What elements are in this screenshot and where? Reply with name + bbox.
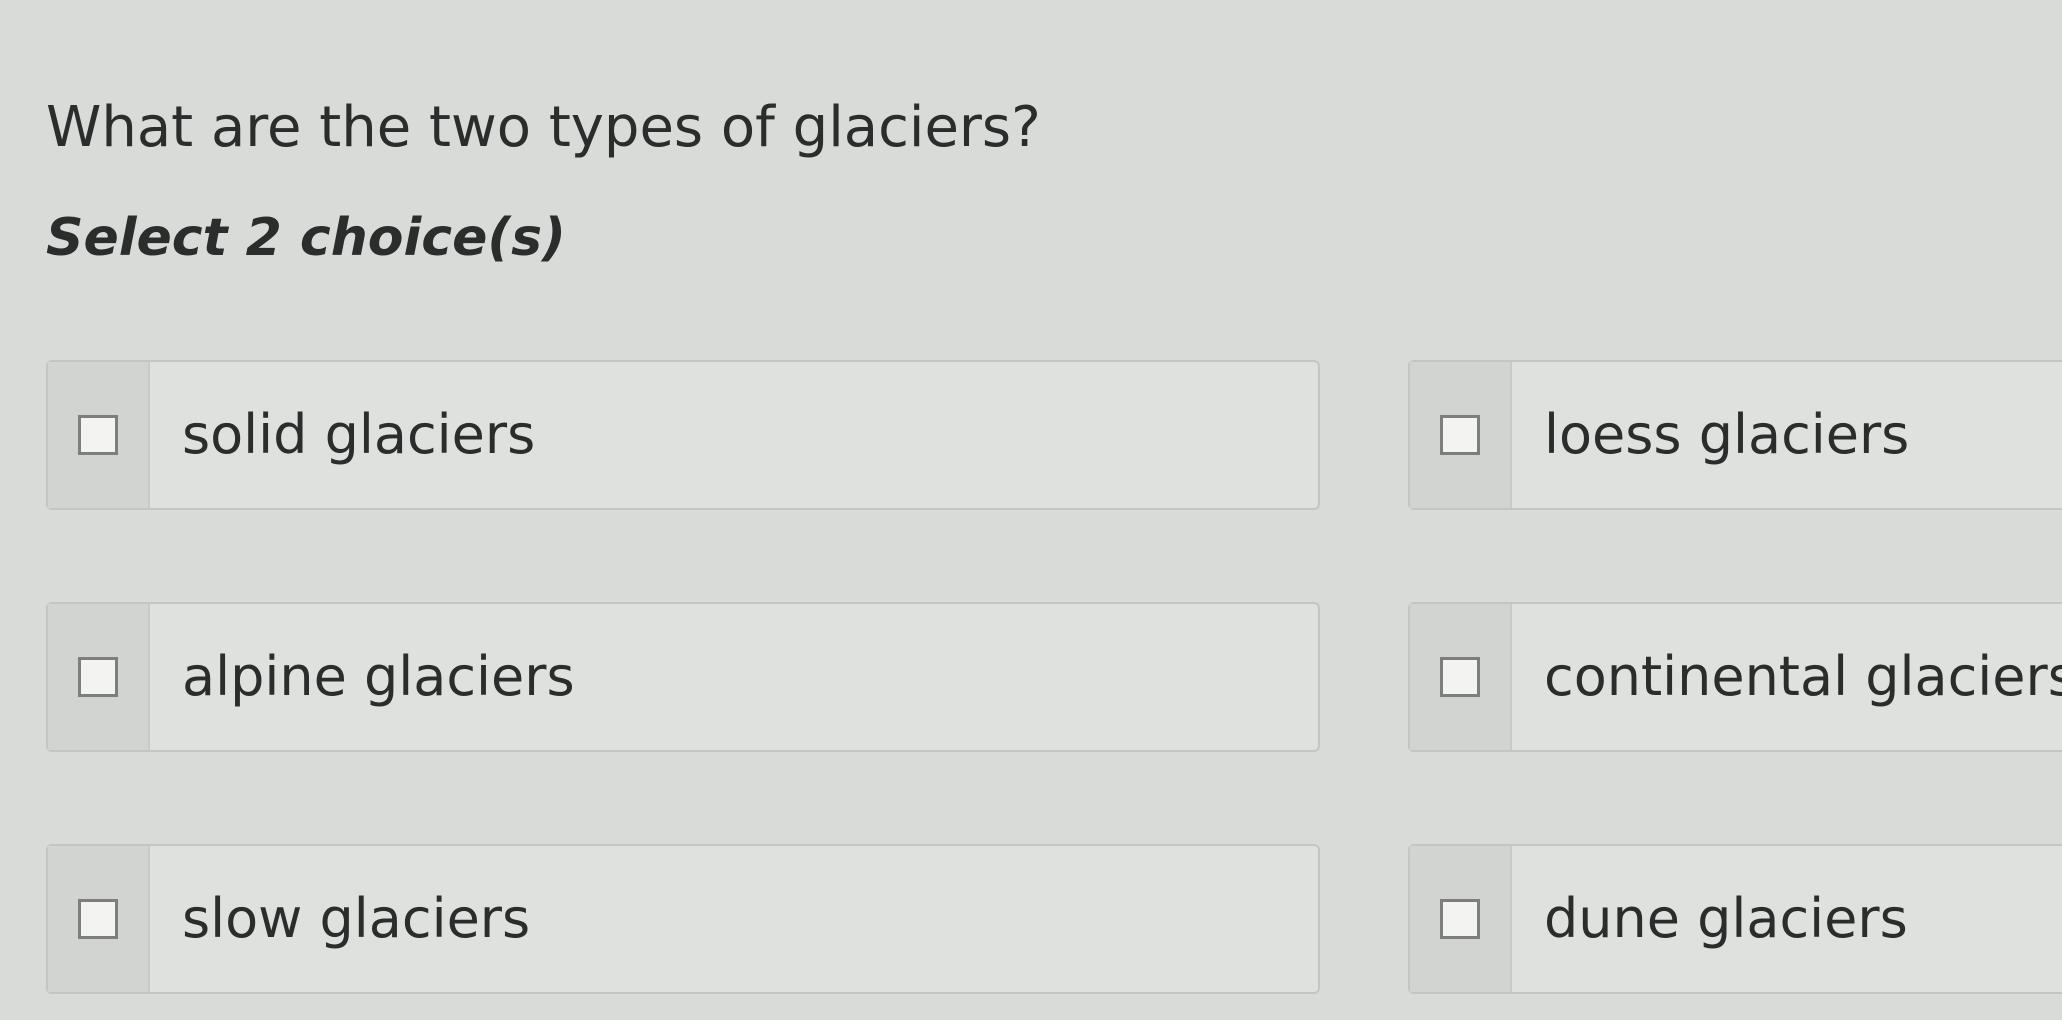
checkbox-cell[interactable] bbox=[1410, 362, 1512, 508]
checkbox-cell[interactable] bbox=[1410, 604, 1512, 750]
choice-label: continental glaciers bbox=[1544, 645, 2062, 708]
choice-label: alpine glaciers bbox=[182, 645, 575, 708]
choice-label: loess glaciers bbox=[1544, 403, 1910, 466]
choice-checkbox[interactable] bbox=[1440, 657, 1480, 697]
choice-list: solid glaciers loess glaciers alpine gla… bbox=[46, 360, 2062, 1000]
choice-checkbox[interactable] bbox=[78, 657, 118, 697]
selection-instruction: Select 2 choice(s) bbox=[46, 208, 566, 268]
choice-option[interactable]: continental glaciers bbox=[1408, 602, 2062, 752]
choice-checkbox[interactable] bbox=[78, 899, 118, 939]
choice-checkbox[interactable] bbox=[1440, 899, 1480, 939]
checkbox-cell[interactable] bbox=[48, 604, 150, 750]
question-text: What are the two types of glaciers? bbox=[46, 95, 1041, 160]
choice-option[interactable]: solid glaciers bbox=[46, 360, 1320, 510]
choice-label: solid glaciers bbox=[182, 403, 536, 466]
choice-option[interactable]: alpine glaciers bbox=[46, 602, 1320, 752]
choice-label: dune glaciers bbox=[1544, 887, 1908, 950]
checkbox-cell[interactable] bbox=[48, 362, 150, 508]
choice-label: slow glaciers bbox=[182, 887, 531, 950]
choice-option[interactable]: dune glaciers bbox=[1408, 844, 2062, 994]
choice-option[interactable]: loess glaciers bbox=[1408, 360, 2062, 510]
choice-option[interactable]: slow glaciers bbox=[46, 844, 1320, 994]
checkbox-cell[interactable] bbox=[1410, 846, 1512, 992]
choice-checkbox[interactable] bbox=[78, 415, 118, 455]
checkbox-cell[interactable] bbox=[48, 846, 150, 992]
choice-checkbox[interactable] bbox=[1440, 415, 1480, 455]
